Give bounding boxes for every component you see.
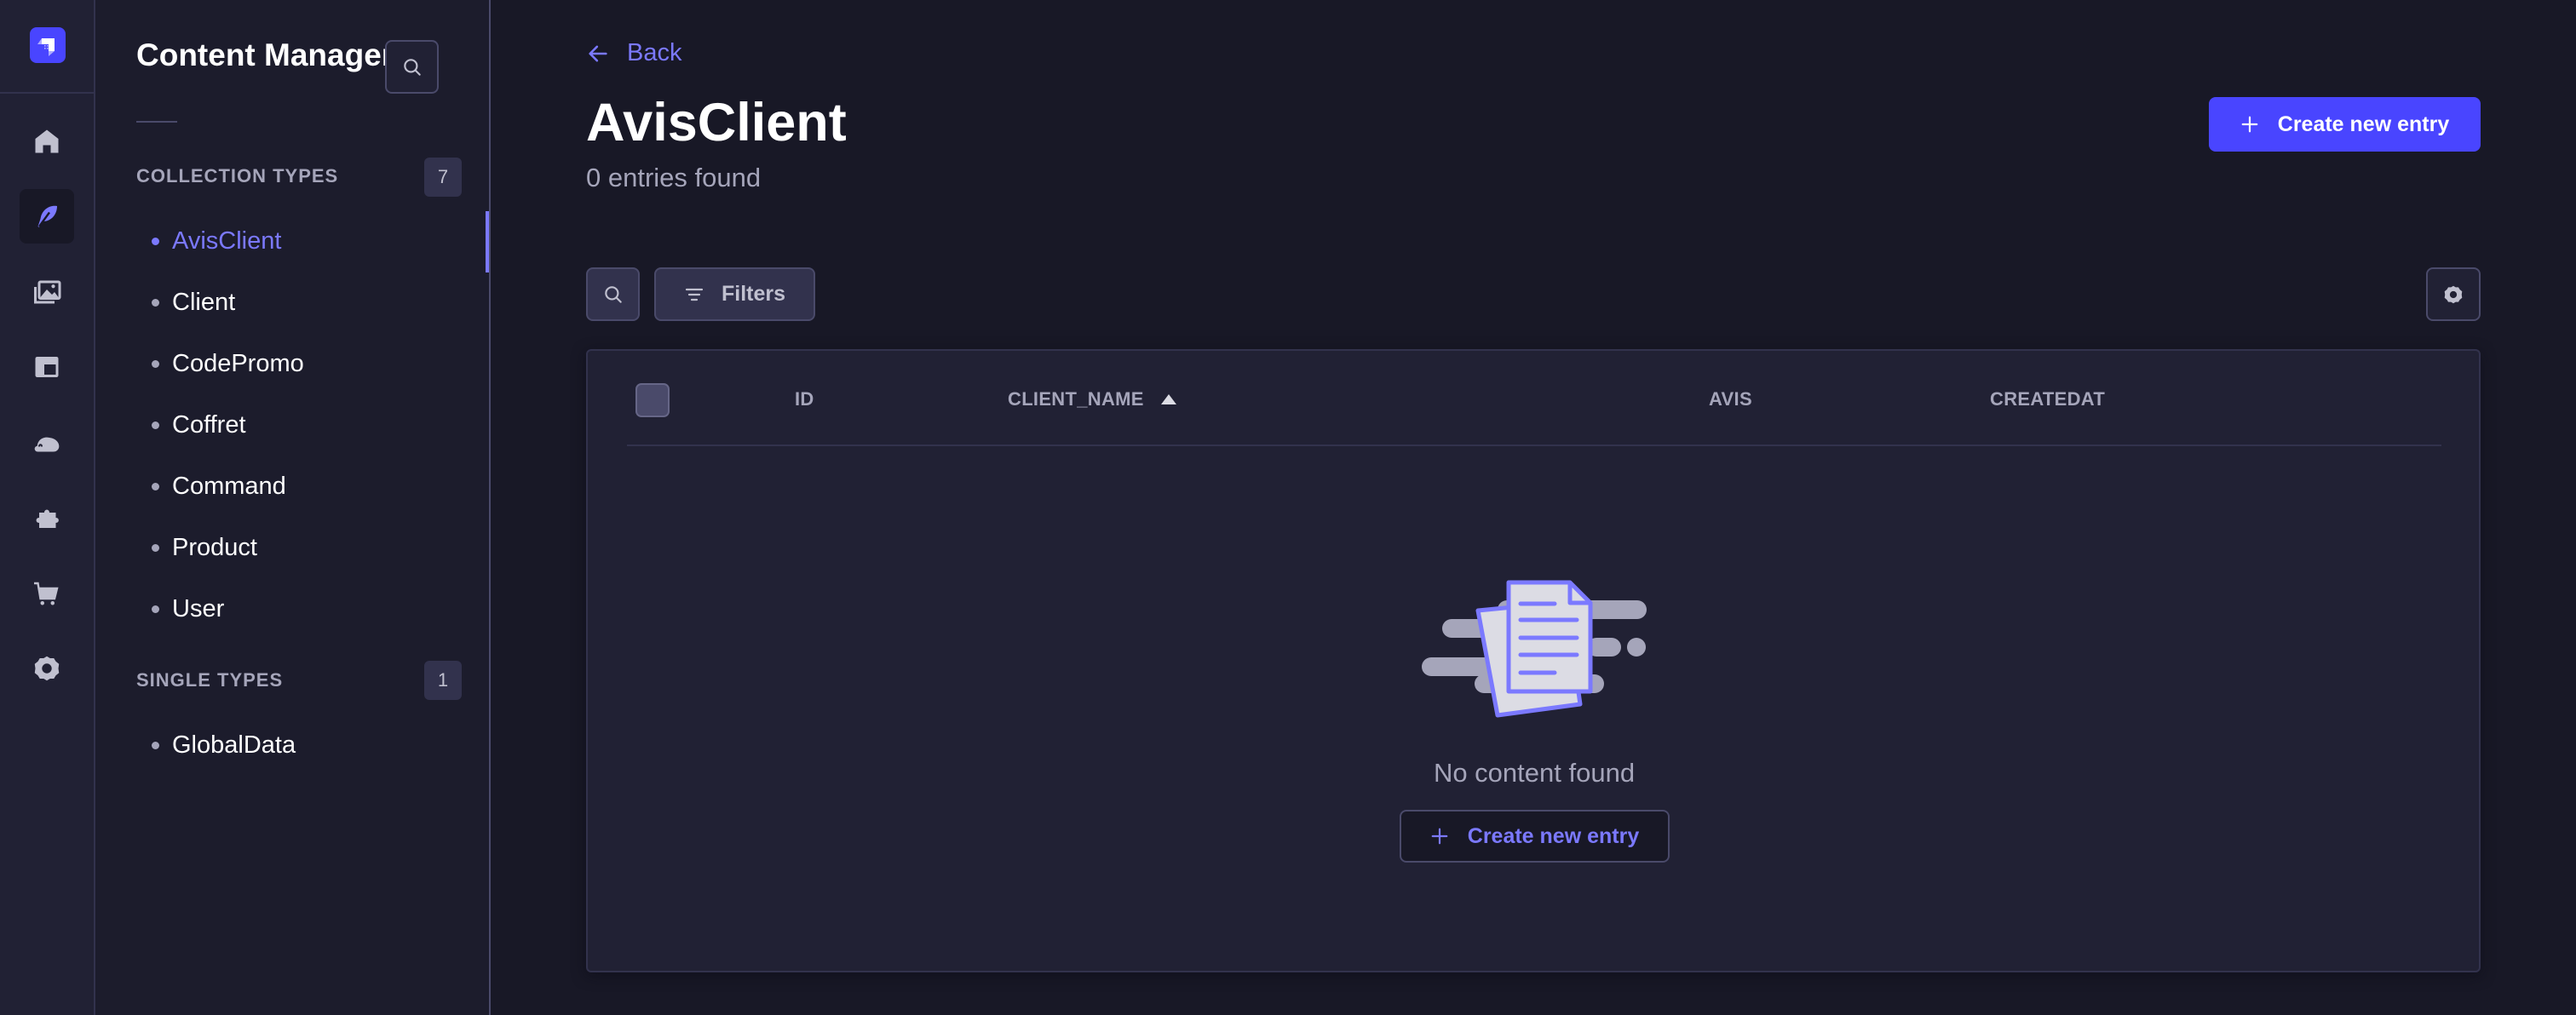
column-header-avis[interactable]: AVIS xyxy=(1709,388,1752,410)
nav-content-manager[interactable] xyxy=(20,189,74,244)
table-header: ID CLIENT_NAME AVIS CREATEDAT xyxy=(588,351,2479,446)
strapi-logo-icon xyxy=(37,38,55,56)
subnav-item-globaldata[interactable]: GlobalData xyxy=(136,724,477,766)
column-label: CREATEDAT xyxy=(1990,388,2106,410)
subnav-item-command[interactable]: Command xyxy=(136,465,477,508)
sort-ascending-icon[interactable] xyxy=(1159,393,1178,406)
bullet-icon xyxy=(152,298,159,307)
single-types-count-badge: 1 xyxy=(424,661,462,700)
strapi-logo[interactable] xyxy=(30,27,66,63)
select-all-checkbox[interactable] xyxy=(635,383,670,417)
cart-icon xyxy=(34,582,59,605)
column-label: ID xyxy=(795,388,814,410)
search-button[interactable] xyxy=(586,267,640,321)
subnav-item-user[interactable]: User xyxy=(136,588,477,630)
subnav-item-label: User xyxy=(172,594,225,622)
subnav-item-client[interactable]: Client xyxy=(136,281,477,324)
gear-icon xyxy=(34,656,60,681)
subnav-search-button[interactable] xyxy=(385,40,439,94)
section-label-collection-types: COLLECTION TYPES xyxy=(136,165,339,186)
arrow-left-icon xyxy=(589,45,607,61)
nav-marketplace[interactable] xyxy=(20,566,74,621)
home-icon xyxy=(35,129,59,153)
images-icon xyxy=(34,280,61,304)
create-new-entry-label: Create new entry xyxy=(2277,112,2450,136)
nav-media-library[interactable] xyxy=(20,265,74,319)
feather-icon xyxy=(37,205,57,227)
column-label: CLIENT_NAME xyxy=(1008,388,1144,410)
cloud-icon xyxy=(34,437,60,452)
empty-state-text: No content found xyxy=(1433,758,1636,788)
filters-button[interactable]: Filters xyxy=(654,267,815,321)
subnav-item-label: CodePromo xyxy=(172,349,304,377)
nav-settings[interactable] xyxy=(20,641,74,696)
empty-state: No content found Create new entry xyxy=(627,446,2441,972)
logo-area xyxy=(0,0,94,94)
subnav-divider xyxy=(136,121,177,123)
layout-icon xyxy=(35,357,59,377)
column-header-createdat[interactable]: CREATEDAT xyxy=(1990,388,2105,410)
subnav-item-label: GlobalData xyxy=(172,731,296,759)
plus-icon xyxy=(2241,116,2258,133)
filters-label: Filters xyxy=(721,282,786,306)
content-manager-subnav: Content Manager COLLECTION TYPES 7 AvisC… xyxy=(95,0,491,1015)
section-label-single-types: SINGLE TYPES xyxy=(136,669,284,691)
empty-create-new-entry-button[interactable]: Create new entry xyxy=(1400,810,1670,863)
gear-icon xyxy=(2444,285,2463,303)
nav-cloud[interactable] xyxy=(20,416,74,470)
column-label: AVIS xyxy=(1709,388,1752,410)
subnav-title: Content Manager xyxy=(136,37,394,72)
bullet-icon xyxy=(152,482,159,490)
subnav-item-label: Product xyxy=(172,533,257,561)
nav-home[interactable] xyxy=(20,114,74,169)
bullet-icon xyxy=(152,605,159,613)
subnav-item-avisclient[interactable]: AvisClient xyxy=(136,220,477,262)
column-header-client-name[interactable]: CLIENT_NAME xyxy=(1008,388,1178,410)
subnav-item-codepromo[interactable]: CodePromo xyxy=(136,342,477,385)
empty-documents-illustration xyxy=(1422,580,1647,718)
bullet-icon xyxy=(152,359,159,368)
subnav-item-product[interactable]: Product xyxy=(136,526,477,569)
back-label: Back xyxy=(627,39,682,66)
entries-table: ID CLIENT_NAME AVIS CREATEDAT No content… xyxy=(586,349,2481,972)
bullet-icon xyxy=(152,421,159,429)
subnav-item-label: AvisClient xyxy=(172,227,282,255)
collection-types-count-badge: 7 xyxy=(424,158,462,197)
subnav-item-label: Client xyxy=(172,288,236,316)
create-new-entry-button[interactable]: Create new entry xyxy=(2209,97,2481,152)
filter-icon xyxy=(685,288,704,301)
nav-content-type-builder[interactable] xyxy=(20,340,74,394)
page-title: AvisClient xyxy=(586,93,847,152)
subnav-item-label: Coffret xyxy=(172,410,246,439)
plus-icon xyxy=(1431,828,1448,845)
back-link[interactable]: Back xyxy=(586,39,681,67)
list-settings-button[interactable] xyxy=(2426,267,2481,321)
bullet-icon xyxy=(152,237,159,245)
search-icon xyxy=(604,285,622,303)
subnav-scroll-indicator[interactable] xyxy=(486,211,489,272)
puzzle-icon xyxy=(36,509,59,528)
nav-plugins[interactable] xyxy=(20,490,74,545)
subnav-item-coffret[interactable]: Coffret xyxy=(136,404,477,446)
subnav-item-label: Command xyxy=(172,472,286,500)
search-icon xyxy=(403,58,421,76)
empty-create-label: Create new entry xyxy=(1467,823,1640,848)
main-nav xyxy=(0,0,95,1015)
bullet-icon xyxy=(152,543,159,552)
entries-count: 0 entries found xyxy=(586,163,762,192)
column-header-id[interactable]: ID xyxy=(795,388,814,410)
bullet-icon xyxy=(152,741,159,749)
